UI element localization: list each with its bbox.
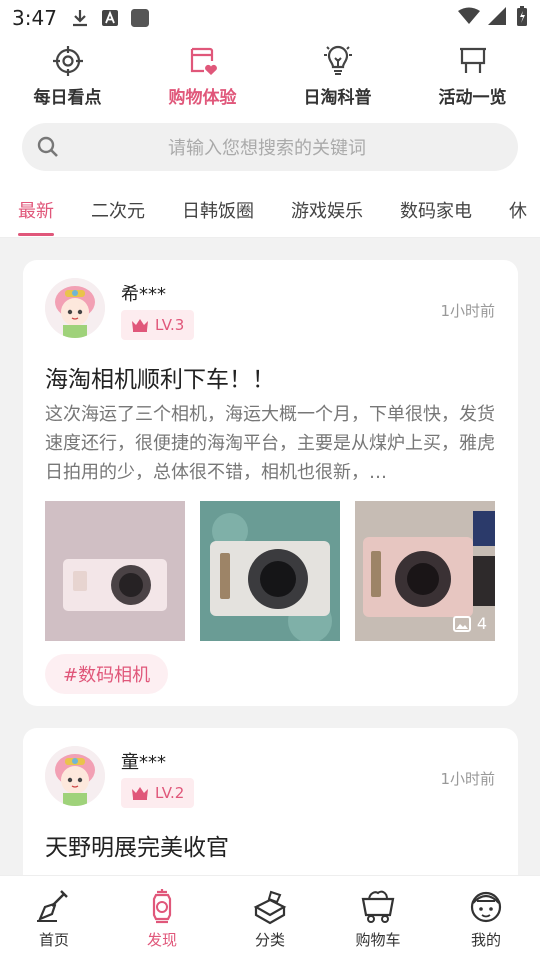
post-time: 1小时前 [440,302,495,320]
avatar[interactable] [45,746,105,806]
bottom-nav: 首页 发现 分类 购物车 我的 [0,875,540,960]
top-nav-item-science[interactable]: 日淘科普 [270,36,405,116]
bottom-nav-label: 首页 [38,930,69,949]
search-bar-container: 请输入您想搜索的关键词 [0,116,540,182]
top-nav-label: 日淘科普 [303,87,372,108]
image-count-value: 4 [476,614,487,633]
bottom-nav-cart[interactable]: 购物车 [324,876,432,960]
bottom-nav-label: 分类 [254,930,285,949]
post-time: 1小时前 [440,770,495,788]
category-tab-kpop[interactable]: 日韩饭圈 [182,182,254,237]
post-image-pink-camera[interactable] [45,501,185,641]
post-username: 童*** [121,752,166,773]
top-nav-item-daily[interactable]: 每日看点 [0,36,135,116]
category-tabs: 最新 二次元 日韩饭圈 游戏娱乐 数码家电 休 [0,182,540,238]
bottom-nav-label: 发现 [146,930,177,949]
top-nav-label: 活动一览 [438,87,507,108]
post-card[interactable]: 童*** LV.2 1小时前 天野明展完美收官 [23,728,518,875]
top-nav-item-events[interactable]: 活动一览 [405,36,540,116]
category-tab-latest[interactable]: 最新 [18,182,54,237]
post-body[interactable]: 这次海运了三个相机，海运大概一个月，下单很快，发货速度还行，很便捷的海淘平台，主… [45,400,497,487]
crown-icon [132,787,148,800]
mine-cart-icon [361,890,395,923]
download-icon [71,9,89,27]
search-icon [37,136,58,157]
crate-icon [253,890,287,924]
lantern-icon [152,888,172,923]
bottom-nav-discover[interactable]: 发现 [108,876,216,960]
signal-icon [488,6,508,30]
post-image-rose-camera[interactable]: 4 [355,501,495,641]
shovel-icon [37,889,68,922]
post-title[interactable]: 天野明展完美收官 [45,828,229,862]
bottom-nav-label: 购物车 [355,930,401,949]
bottom-nav-category[interactable]: 分类 [216,876,324,960]
status-bar: 3:47 [0,0,540,36]
post-images: 4 [45,501,495,641]
category-tab-anime[interactable]: 二次元 [91,182,145,237]
post-username: 希*** [121,284,166,305]
category-tab-games[interactable]: 游戏娱乐 [291,182,363,237]
font-icon [101,9,119,27]
top-nav: 每日看点 购物体验 日淘科普 活动一览 [0,36,540,116]
level-badge: LV.3 [121,310,195,340]
avatar[interactable] [45,278,105,338]
image-count: 4 [452,614,487,633]
search-placeholder: 请输入您想搜索的关键词 [168,138,366,159]
level-badge: LV.2 [121,778,195,808]
crown-icon [132,319,148,332]
cart-heart-icon [190,47,217,75]
search-input[interactable]: 请输入您想搜索的关键词 [22,123,518,171]
profile-face-icon [470,891,502,922]
post-feed[interactable]: 希*** LV.3 1小时前 海淘相机顺利下车！！ 这次海运了三个相机，海运大概… [0,238,540,875]
crosshair-icon [52,45,83,76]
post-tag[interactable]: #数码相机 [45,654,169,694]
bottom-nav-label: 我的 [470,930,501,949]
top-nav-item-shopping[interactable]: 购物体验 [135,36,270,116]
post-image-white-camera[interactable] [200,501,340,641]
battery-charging-icon [516,5,528,31]
top-nav-label: 购物体验 [168,87,237,108]
status-time: 3:47 [12,6,57,30]
bottom-nav-profile[interactable]: 我的 [432,876,540,960]
post-title[interactable]: 海淘相机顺利下车！！ [45,360,275,394]
level-label: LV.2 [155,784,185,802]
level-label: LV.3 [155,316,185,334]
lightbulb-icon [323,45,352,75]
category-tab-more[interactable]: 休 [509,182,527,237]
billboard-icon [459,47,486,73]
category-tab-digital[interactable]: 数码家电 [400,182,472,237]
top-nav-label: 每日看点 [33,87,102,108]
app-notification-icon [130,9,149,27]
post-card[interactable]: 希*** LV.3 1小时前 海淘相机顺利下车！！ 这次海运了三个相机，海运大概… [23,260,518,706]
image-gallery-icon [452,615,471,632]
wifi-icon [458,6,480,30]
bottom-nav-home[interactable]: 首页 [0,876,108,960]
